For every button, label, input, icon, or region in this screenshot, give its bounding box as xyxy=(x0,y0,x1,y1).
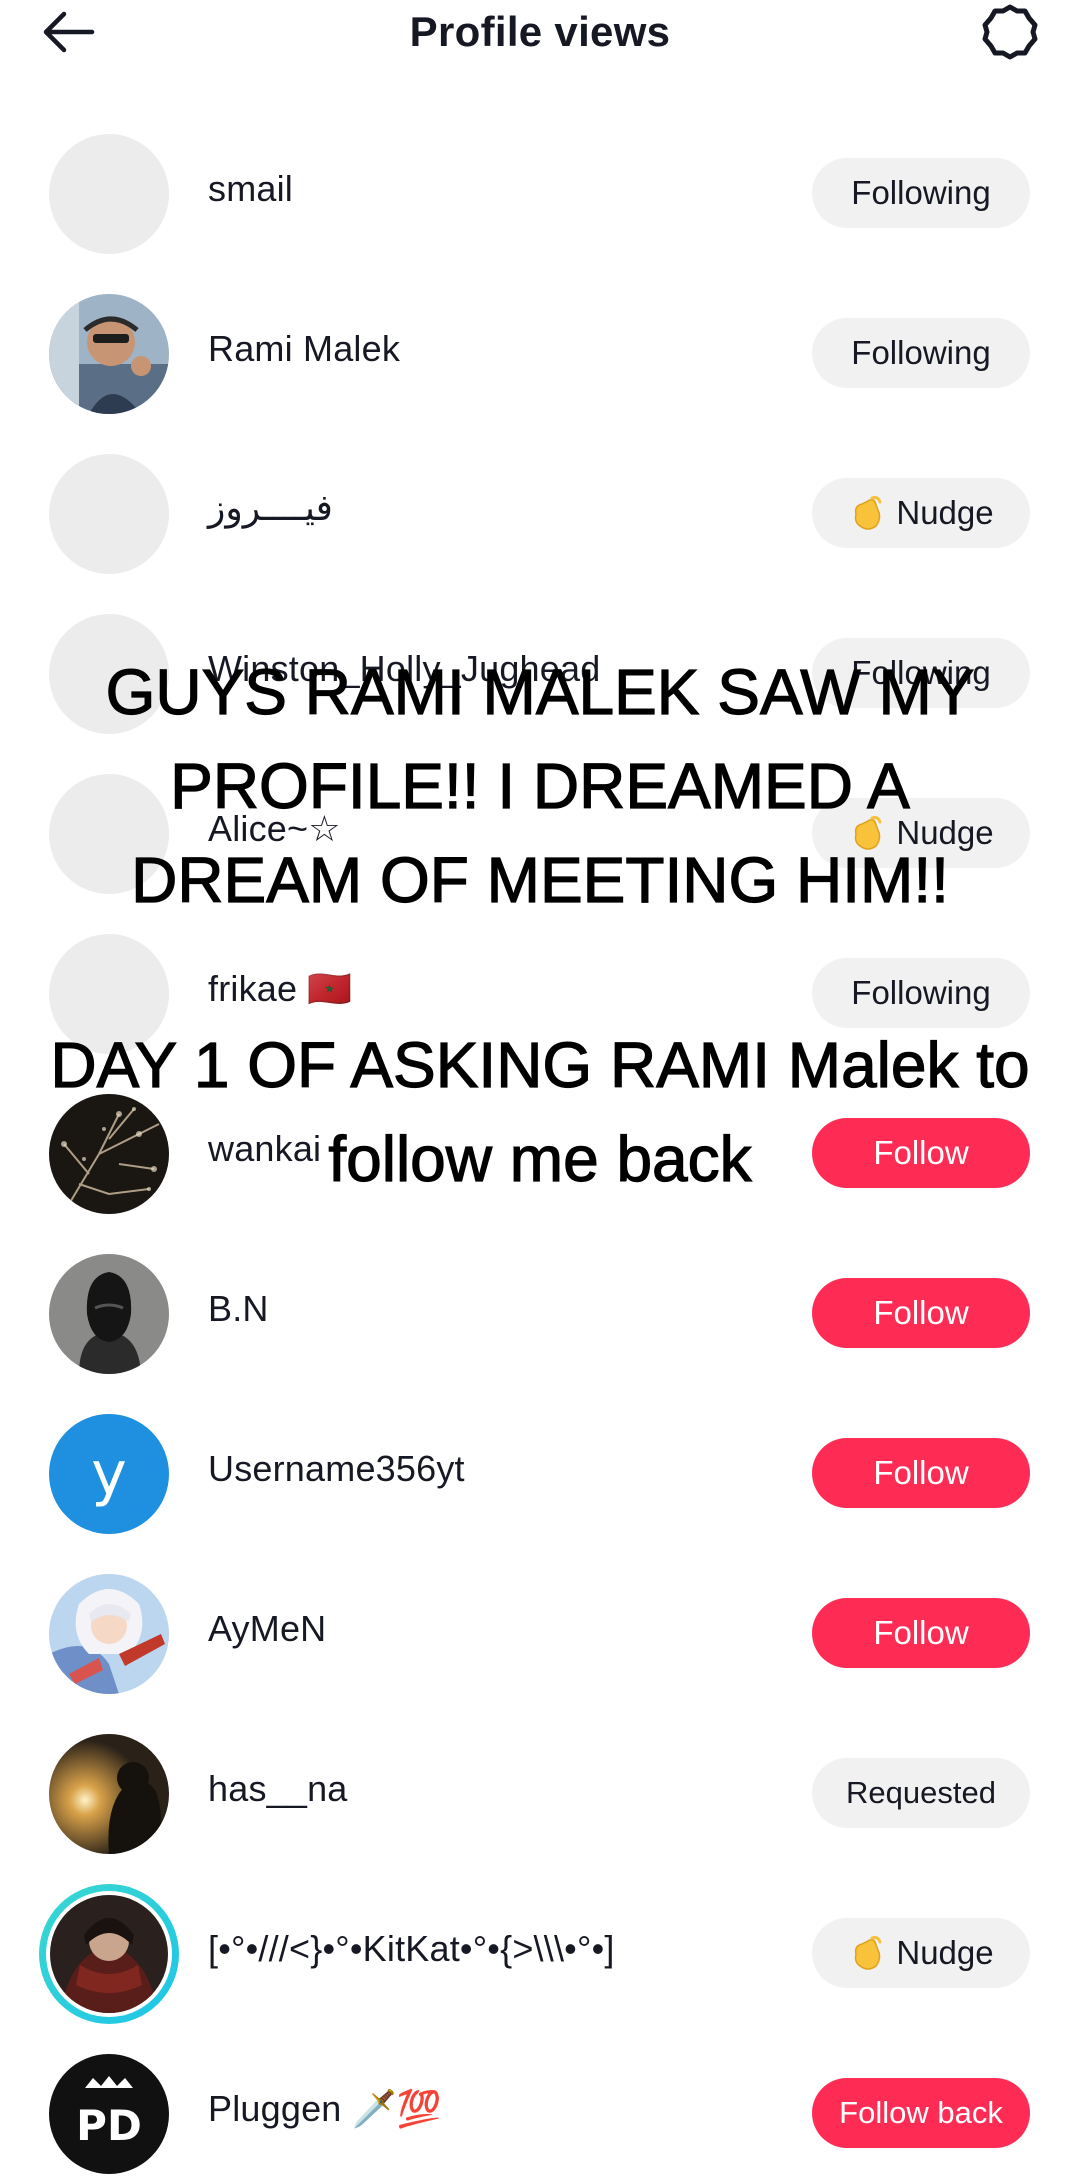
follow-button[interactable]: Follow xyxy=(812,1438,1030,1508)
list-item[interactable]: فيــــروز Nudge xyxy=(0,444,1080,584)
gear-icon xyxy=(982,4,1038,60)
avatar[interactable] xyxy=(49,1254,169,1374)
nudge-button[interactable]: Nudge xyxy=(812,1918,1030,1988)
follow-back-button[interactable]: Follow back xyxy=(812,2078,1030,2148)
avatar[interactable] xyxy=(49,294,169,414)
username[interactable]: frikae 🇲🇦 xyxy=(208,968,352,1010)
list-item[interactable]: PD Pluggen 🗡️💯 Follow back xyxy=(0,2044,1080,2184)
avatar[interactable] xyxy=(49,1574,169,1694)
waving-hand-icon xyxy=(855,496,882,530)
username[interactable]: Alice~☆ xyxy=(208,808,341,850)
list-item[interactable]: has__na Requested xyxy=(0,1724,1080,1864)
list-item[interactable]: wankai Follow xyxy=(0,1084,1080,1224)
username[interactable]: wankai xyxy=(208,1128,321,1170)
avatar[interactable] xyxy=(49,614,169,734)
svg-text:PD: PD xyxy=(76,2101,142,2150)
nudge-label: Nudge xyxy=(896,1934,994,1971)
avatar[interactable] xyxy=(49,454,169,574)
list-item[interactable]: smail Following xyxy=(0,124,1080,264)
avatar[interactable] xyxy=(49,774,169,894)
username[interactable]: [•°•///<}•°•KitKat•°•{>\\\•°•] xyxy=(208,1928,615,1970)
nudge-label: Nudge xyxy=(896,494,994,531)
avatar[interactable]: y xyxy=(49,1414,169,1534)
list-item[interactable]: AyMeN Follow xyxy=(0,1564,1080,1704)
avatar-with-story[interactable] xyxy=(39,1884,179,2024)
avatar[interactable] xyxy=(49,1094,169,1214)
following-button[interactable]: Following xyxy=(812,958,1030,1028)
following-button[interactable]: Following xyxy=(812,638,1030,708)
following-button[interactable]: Following xyxy=(812,158,1030,228)
nudge-button[interactable]: Nudge xyxy=(812,478,1030,548)
follow-button[interactable]: Follow xyxy=(812,1598,1030,1668)
following-button[interactable]: Following xyxy=(812,318,1030,388)
avatar[interactable]: PD xyxy=(49,2054,169,2174)
follow-button[interactable]: Follow xyxy=(812,1278,1030,1348)
username[interactable]: Winston_Holly_Jughead xyxy=(208,648,600,690)
list-item[interactable]: Winston_Holly_Jughead Following xyxy=(0,604,1080,744)
username[interactable]: Rami Malek xyxy=(208,328,400,370)
avatar[interactable] xyxy=(49,1734,169,1854)
list-item[interactable]: B.N Follow xyxy=(0,1244,1080,1384)
nudge-button[interactable]: Nudge xyxy=(812,798,1030,868)
waving-hand-icon xyxy=(855,816,882,850)
list-item[interactable]: [•°•///<}•°•KitKat•°•{>\\\•°•] Nudge xyxy=(0,1884,1080,2024)
username[interactable]: smail xyxy=(208,168,293,210)
username[interactable]: AyMeN xyxy=(208,1608,326,1650)
avatar[interactable] xyxy=(49,934,169,1054)
username[interactable]: فيــــروز xyxy=(208,488,333,529)
nudge-label: Nudge xyxy=(896,814,994,851)
list-item[interactable]: Alice~☆ Nudge xyxy=(0,764,1080,904)
username[interactable]: B.N xyxy=(208,1288,269,1330)
requested-button[interactable]: Requested xyxy=(812,1758,1030,1828)
top-bar: Profile views xyxy=(0,0,1080,64)
list-item[interactable]: Rami Malek Following xyxy=(0,284,1080,424)
avatar[interactable] xyxy=(49,134,169,254)
username[interactable]: Pluggen 🗡️💯 xyxy=(208,2088,442,2130)
username[interactable]: has__na xyxy=(208,1768,348,1810)
username[interactable]: Username356yt xyxy=(208,1448,465,1490)
list-item[interactable]: y Username356yt Follow xyxy=(0,1404,1080,1544)
follow-button[interactable]: Follow xyxy=(812,1118,1030,1188)
settings-button[interactable] xyxy=(978,0,1042,64)
waving-hand-icon xyxy=(855,1936,882,1970)
page-title: Profile views xyxy=(409,8,671,55)
list-item[interactable]: frikae 🇲🇦 Following xyxy=(0,924,1080,1064)
